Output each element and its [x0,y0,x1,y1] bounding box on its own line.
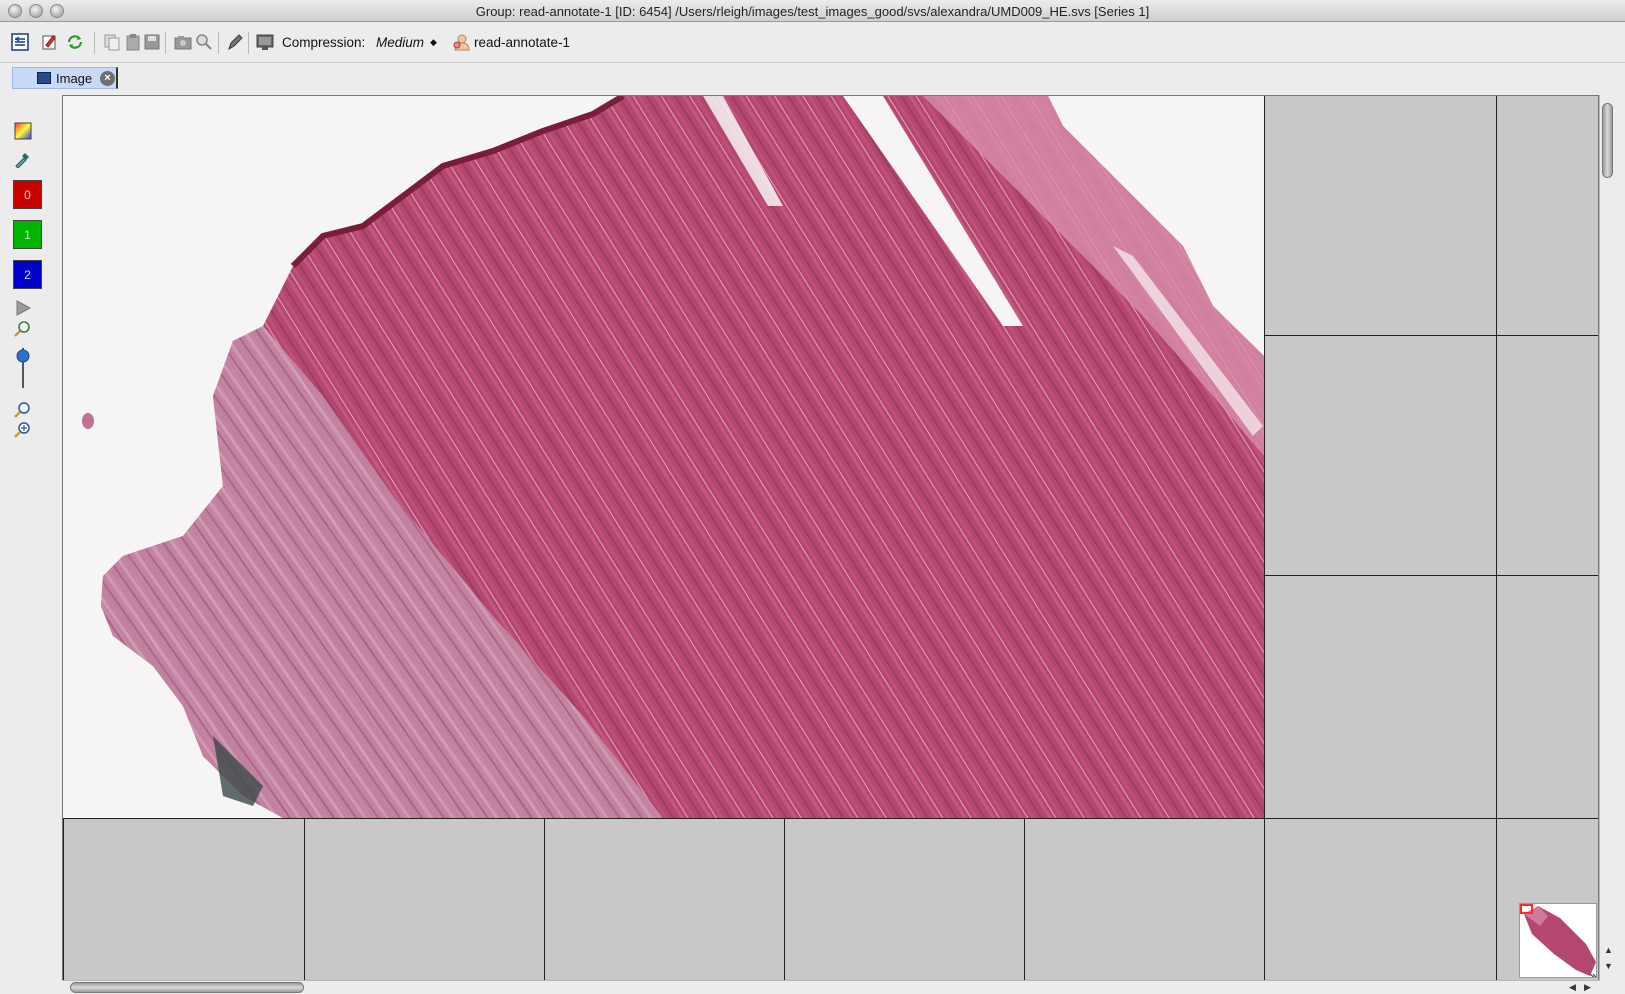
tile-divider [304,818,305,980]
toolbar: Compression: Medium ◆ read-annotate-1 [0,23,1625,63]
edit-icon[interactable] [41,33,59,51]
compression-label: Compression: [282,35,366,50]
camera-icon[interactable] [174,33,192,51]
channel-1-button[interactable]: 1 [13,220,42,249]
left-tool-strip: 0 1 2 [0,92,62,994]
tab-label: Image [56,71,93,86]
toolbar-separator [218,32,219,54]
pen-icon[interactable] [226,33,244,51]
thumbnail-tissue-image [1520,904,1596,977]
refresh-icon[interactable] [66,33,84,51]
channel-0-button[interactable]: 0 [13,180,42,209]
vertical-scroll-thumb[interactable] [1602,103,1613,178]
tab-image[interactable]: Image × [12,67,118,89]
tissue-section-image [82,96,1264,818]
paste-icon[interactable] [124,33,142,51]
save-icon[interactable] [143,33,161,51]
tile-divider [1264,575,1598,576]
toolbar-separator [248,32,249,54]
scroll-right-arrow-icon[interactable]: ▶ [1584,982,1591,993]
image-icon [37,72,51,84]
title-bar: Group: read-annotate-1 [ID: 6454] /Users… [0,0,1625,22]
tile-divider [1024,818,1025,980]
chevron-updown-icon[interactable]: ◆ [430,37,437,48]
tile-divider [63,818,64,980]
color-palette-icon[interactable] [14,122,32,140]
tissue-image[interactable] [63,96,1264,818]
eyedropper-icon[interactable] [14,150,32,168]
zoom-in-icon[interactable] [14,402,32,418]
display-icon[interactable] [256,33,274,51]
channel-2-button[interactable]: 2 [13,260,42,289]
tile-divider [63,818,1598,819]
scroll-left-arrow-icon[interactable]: ◀ [1569,982,1576,993]
group-name[interactable]: read-annotate-1 [474,35,570,50]
copy-icon[interactable] [103,33,121,51]
tile-divider [1496,96,1497,980]
toolbar-separator [165,32,166,54]
tile-divider [544,818,545,980]
compression-select[interactable]: Medium [376,35,424,50]
vertical-scrollbar[interactable]: ▲ ▼ [1599,95,1615,981]
play-icon[interactable] [14,299,32,317]
tab-bar: Image × [0,64,1625,92]
toolbar-separator [94,32,95,54]
scroll-down-arrow-icon[interactable]: ▼ [1604,961,1613,971]
scroll-up-arrow-icon[interactable]: ▲ [1604,945,1613,955]
options-icon[interactable] [11,33,29,51]
tile-divider [1264,335,1598,336]
group-icon[interactable] [452,33,470,51]
zoom-slider-icon[interactable] [14,344,32,390]
zoom-fit-icon[interactable] [14,320,32,338]
zoom-icon[interactable] [195,33,213,51]
zoom-out-icon[interactable] [14,422,32,438]
horizontal-scroll-thumb[interactable] [70,982,304,993]
close-tab-button[interactable]: × [100,71,115,86]
image-viewer[interactable] [62,95,1599,981]
window-title: Group: read-annotate-1 [ID: 6454] /Users… [475,4,1150,19]
tile-divider [784,818,785,980]
overview-thumbnail[interactable] [1519,903,1597,978]
horizontal-scrollbar[interactable]: ◀ ▶ [62,980,1599,994]
tile-divider [1264,96,1265,980]
